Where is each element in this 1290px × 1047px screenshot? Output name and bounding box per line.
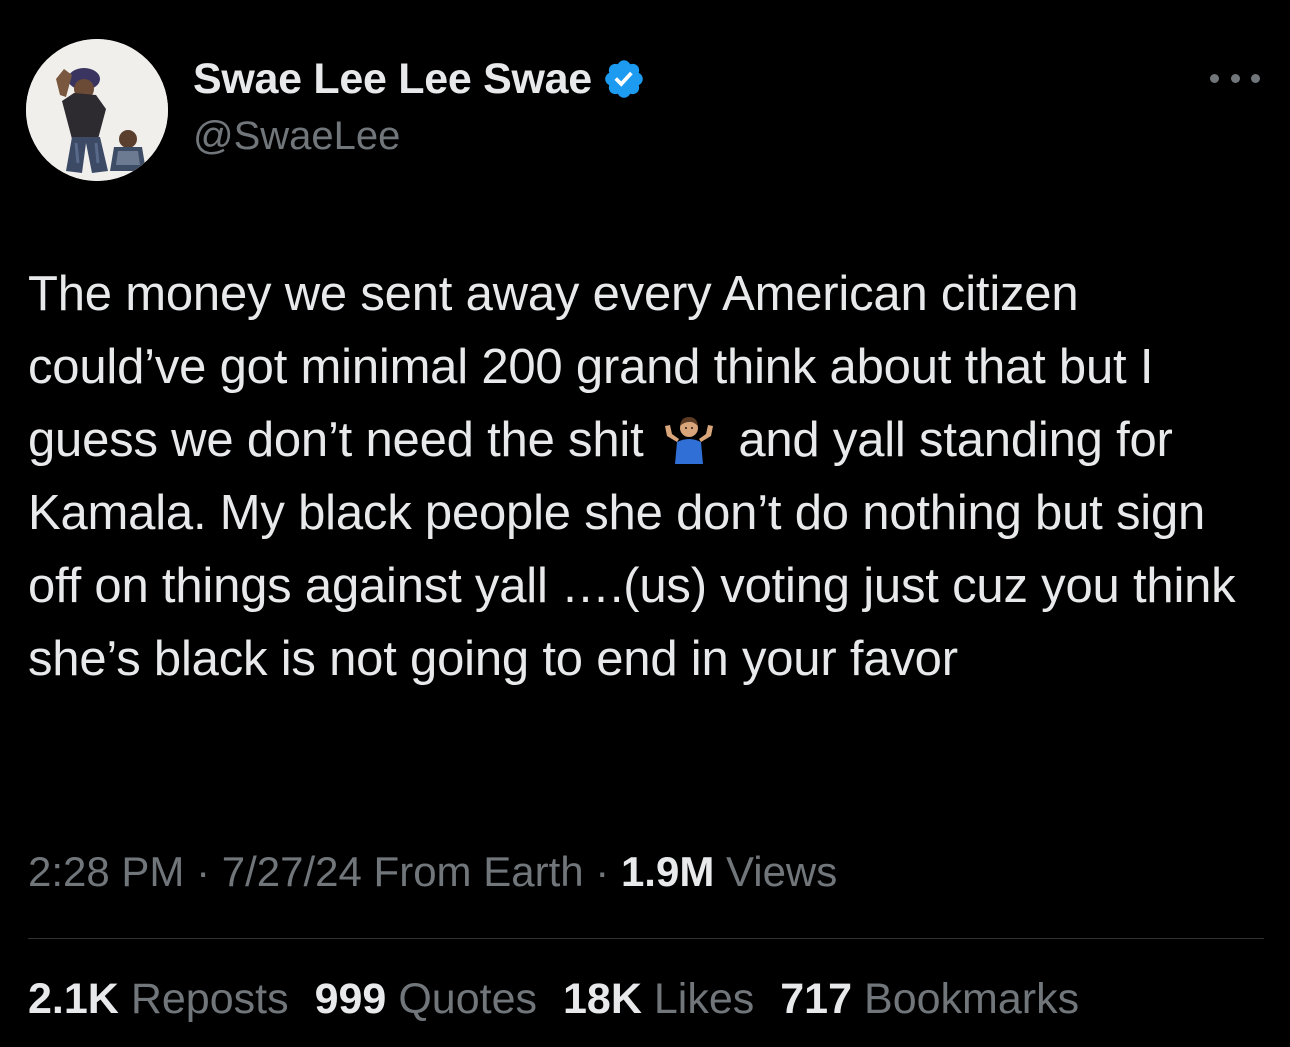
avatar[interactable] <box>26 39 168 181</box>
engagement-stats: 2.1K Reposts 999 Quotes 18K Likes 717 Bookma… <box>28 975 1079 1024</box>
separator: · <box>583 848 621 895</box>
author-handle[interactable]: @SwaeLee <box>193 114 400 159</box>
bookmarks-stat[interactable]: 717 Bookmarks <box>780 975 1079 1024</box>
tweet-card: Swae Lee Lee Swae @SwaeLee The money we … <box>0 0 1290 1047</box>
reposts-stat[interactable]: 2.1K Reposts <box>28 975 289 1024</box>
tweet-text: The money we sent away every American ci… <box>28 258 1268 696</box>
quotes-label: Quotes <box>398 975 537 1023</box>
dot <box>1251 73 1260 83</box>
quotes-stat[interactable]: 999 Quotes <box>315 975 537 1024</box>
dot <box>1210 73 1219 83</box>
quotes-count: 999 <box>314 975 387 1023</box>
reposts-label: Reposts <box>130 975 289 1023</box>
divider <box>28 938 1264 939</box>
verified-badge-icon <box>605 60 643 98</box>
tweet-source: From Earth <box>361 848 584 895</box>
separator: · <box>184 848 222 895</box>
views-label: Views <box>714 848 838 895</box>
reposts-count: 2.1K <box>28 975 119 1023</box>
author-name-row[interactable]: Swae Lee Lee Swae <box>193 52 646 106</box>
views-count: 1.9M <box>620 848 715 895</box>
tweet-meta: 2:28 PM · 7/27/24 From Earth · 1.9M View… <box>28 848 837 896</box>
shrug-emoji-icon <box>664 417 713 464</box>
likes-count: 18K <box>562 975 642 1023</box>
display-name[interactable]: Swae Lee Lee Swae <box>193 55 592 104</box>
likes-stat[interactable]: 18K Likes <box>563 975 754 1024</box>
likes-label: Likes <box>653 975 755 1023</box>
more-options-icon[interactable] <box>1210 66 1260 90</box>
tweet-time[interactable]: 2:28 PM <box>28 848 184 895</box>
bookmarks-count: 717 <box>780 975 853 1023</box>
tweet-date[interactable]: 7/27/24 <box>222 848 362 895</box>
bookmarks-label: Bookmarks <box>864 975 1080 1023</box>
dot <box>1230 73 1240 83</box>
avatar-photo <box>26 39 168 181</box>
